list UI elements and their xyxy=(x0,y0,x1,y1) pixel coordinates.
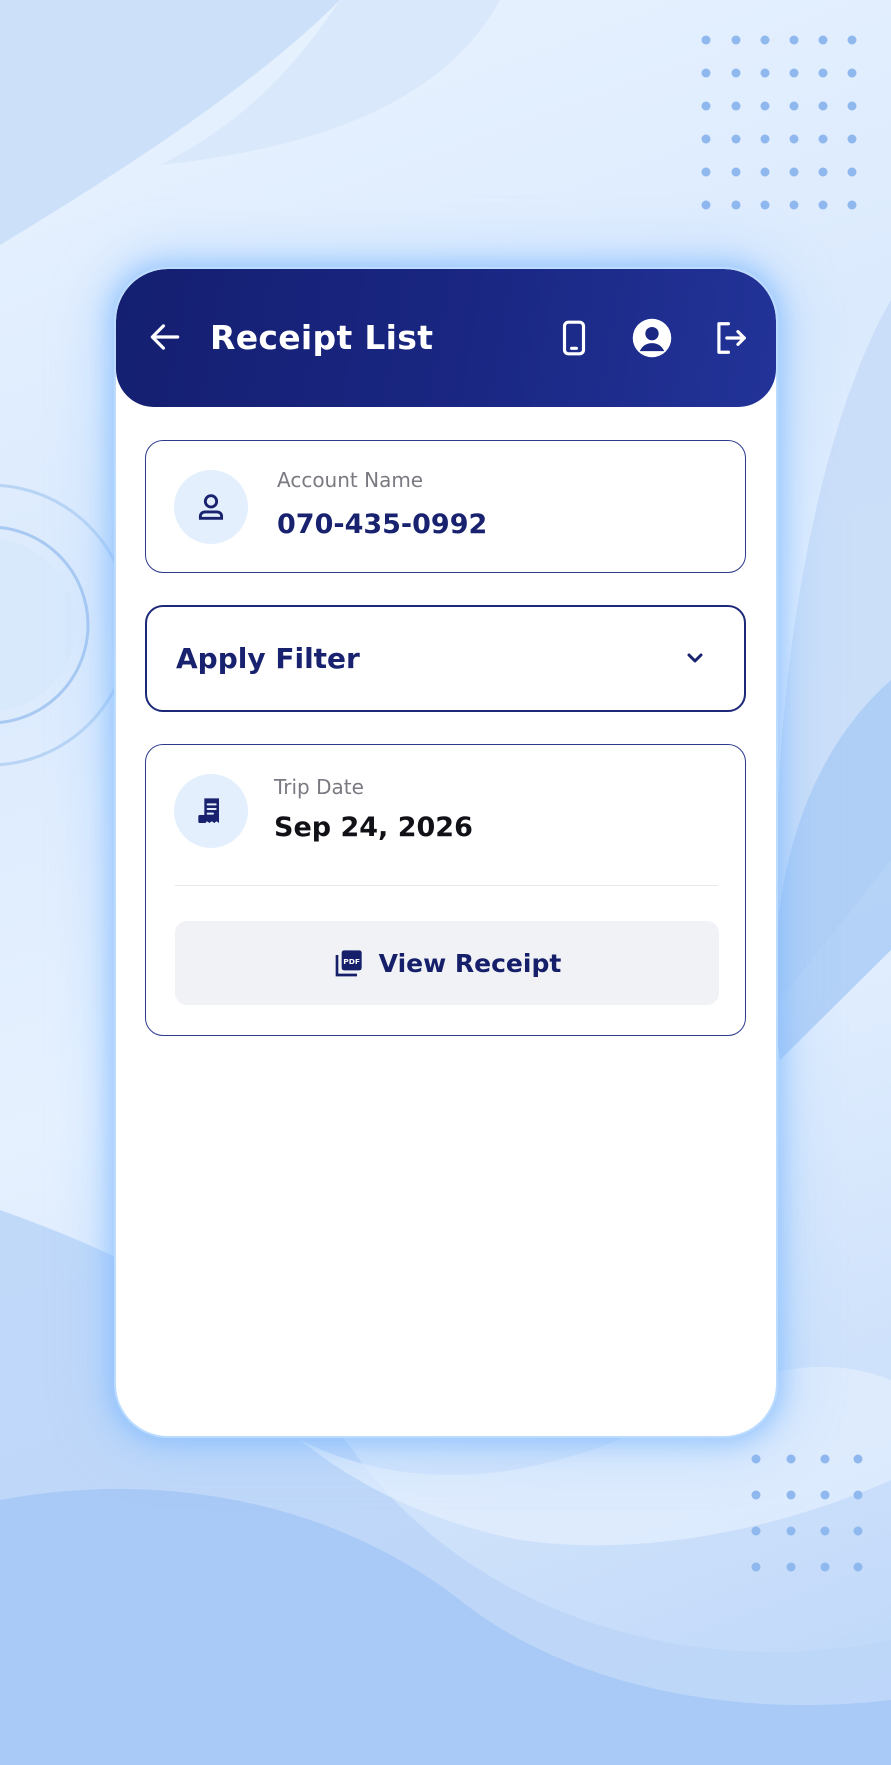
account-card: Account Name 070-435-0992 xyxy=(145,440,746,573)
trip-icon-circle xyxy=(174,774,248,848)
apply-filter-label: Apply Filter xyxy=(176,642,360,675)
receipt-icon xyxy=(198,798,219,823)
mobile-button[interactable] xyxy=(548,312,600,364)
chevron-down-icon xyxy=(680,643,710,673)
logout-button[interactable] xyxy=(704,312,756,364)
back-button[interactable] xyxy=(140,312,190,362)
logout-icon xyxy=(717,322,746,354)
mobile-phone-icon xyxy=(562,320,586,356)
person-icon xyxy=(198,494,224,520)
profile-button[interactable] xyxy=(626,312,678,364)
view-receipt-label: View Receipt xyxy=(378,948,562,978)
trip-date-label: Trip Date xyxy=(274,775,364,799)
account-number: 070-435-0992 xyxy=(277,509,488,540)
account-name-label: Account Name xyxy=(277,468,424,492)
pdf-icon: PDF xyxy=(333,947,365,979)
user-profile-icon xyxy=(632,318,672,358)
apply-filter-dropdown[interactable]: Apply Filter xyxy=(145,605,746,712)
trip-receipt-card: Trip Date Sep 24, 2026 PDF View Receipt xyxy=(145,744,746,1036)
svg-text:PDF: PDF xyxy=(343,957,360,966)
app-header: Receipt List xyxy=(116,269,776,407)
view-receipt-button[interactable]: PDF View Receipt xyxy=(175,921,719,1005)
arrow-left-icon xyxy=(150,324,180,350)
phone-screen: Receipt List Account Name 070-435-0992 A… xyxy=(116,269,776,1436)
card-divider xyxy=(175,885,718,886)
trip-date-value: Sep 24, 2026 xyxy=(274,812,473,843)
account-icon-circle xyxy=(174,470,248,544)
page-title: Receipt List xyxy=(210,318,434,357)
